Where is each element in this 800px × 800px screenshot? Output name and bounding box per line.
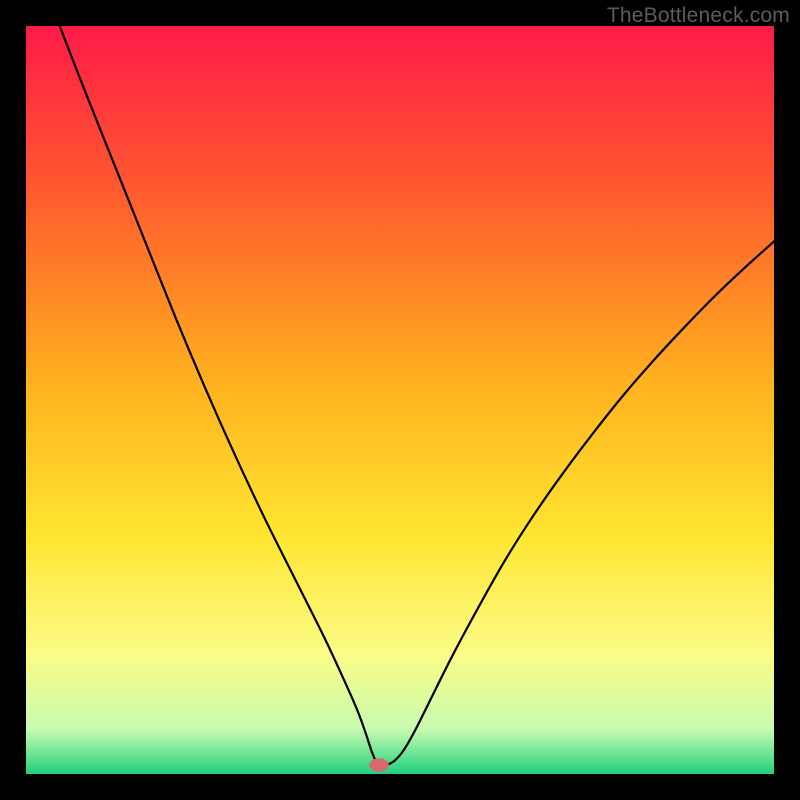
plot-area [26,26,774,774]
gradient-background [26,26,774,774]
watermark-text: TheBottleneck.com [607,4,790,28]
chart-frame: TheBottleneck.com [0,0,800,800]
minimum-marker [369,758,388,771]
chart-svg [26,26,774,774]
